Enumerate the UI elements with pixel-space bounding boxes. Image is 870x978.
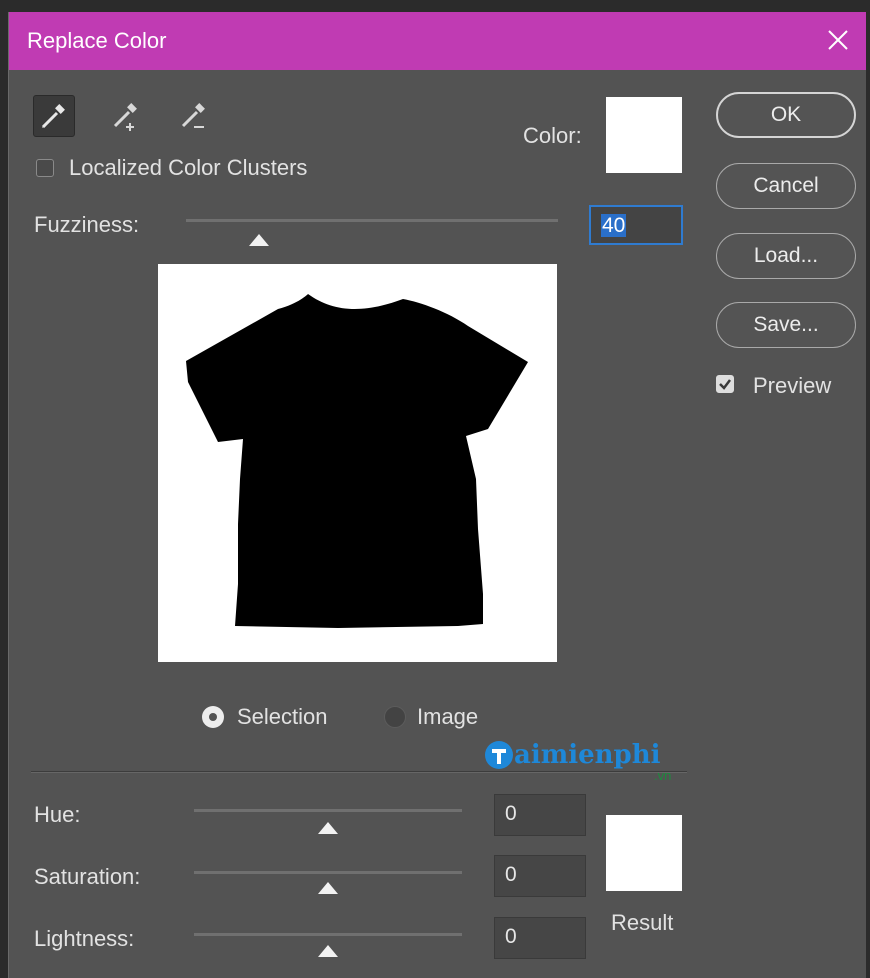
title-bar: Replace Color	[9, 12, 866, 70]
selection-radio-label: Selection	[237, 704, 328, 729]
color-swatch[interactable]	[606, 97, 682, 173]
eyedropper-icon	[41, 104, 65, 129]
hue-label: Hue:	[34, 802, 81, 827]
section-divider	[31, 771, 687, 773]
eyedropper-subtract-tool[interactable]	[174, 95, 216, 137]
saturation-value: 0	[505, 863, 517, 886]
hue-value: 0	[505, 802, 517, 825]
saturation-slider-thumb[interactable]	[318, 882, 338, 894]
ok-button[interactable]: OK	[716, 92, 856, 138]
fuzziness-slider-track[interactable]	[186, 219, 558, 222]
fuzziness-slider-thumb[interactable]	[249, 234, 269, 246]
lightness-label: Lightness:	[34, 926, 135, 951]
selection-radio[interactable]	[202, 706, 224, 728]
lightness-value: 0	[505, 925, 517, 948]
hue-slider-track[interactable]	[194, 809, 462, 812]
fuzziness-value: 40	[601, 214, 627, 237]
hue-slider-thumb[interactable]	[318, 822, 338, 834]
saturation-slider-track[interactable]	[194, 871, 462, 874]
image-radio-label: Image	[417, 704, 479, 729]
result-swatch[interactable]	[606, 815, 682, 891]
preview-label: Preview	[753, 373, 832, 398]
saturation-label: Saturation:	[34, 864, 141, 889]
localized-color-clusters-label: Localized Color Clusters	[69, 155, 308, 180]
color-label: Color:	[523, 123, 582, 148]
close-icon[interactable]	[820, 22, 856, 58]
checkmark-icon	[719, 379, 731, 390]
result-label: Result	[611, 910, 674, 935]
eyedropper-tool[interactable]	[33, 95, 75, 137]
fuzziness-input[interactable]: 40	[589, 205, 683, 245]
dialog-title: Replace Color	[27, 28, 167, 53]
localized-color-clusters-checkbox[interactable]	[36, 159, 54, 177]
lightness-slider-thumb[interactable]	[318, 945, 338, 957]
selection-preview-image[interactable]	[158, 264, 557, 662]
preview-checkbox[interactable]	[716, 375, 734, 393]
save-button[interactable]: Save...	[716, 302, 856, 348]
watermark-t-icon	[485, 741, 513, 769]
load-button[interactable]: Load...	[716, 233, 856, 279]
saturation-input[interactable]: 0	[494, 855, 586, 897]
replace-color-dialog: Replace Color Localized Color Clusters C…	[8, 12, 866, 978]
lightness-input[interactable]: 0	[494, 917, 586, 959]
eyedropper-minus-icon	[181, 103, 205, 128]
fuzziness-label: Fuzziness:	[34, 212, 140, 237]
watermark-brand-text: aimienphi	[514, 740, 661, 770]
hue-input[interactable]: 0	[494, 794, 586, 836]
image-radio[interactable]	[384, 706, 406, 728]
lightness-slider-track[interactable]	[194, 933, 462, 936]
eyedropper-plus-icon	[113, 103, 137, 131]
eyedropper-add-tool[interactable]	[106, 95, 148, 137]
cancel-button[interactable]: Cancel	[716, 163, 856, 209]
